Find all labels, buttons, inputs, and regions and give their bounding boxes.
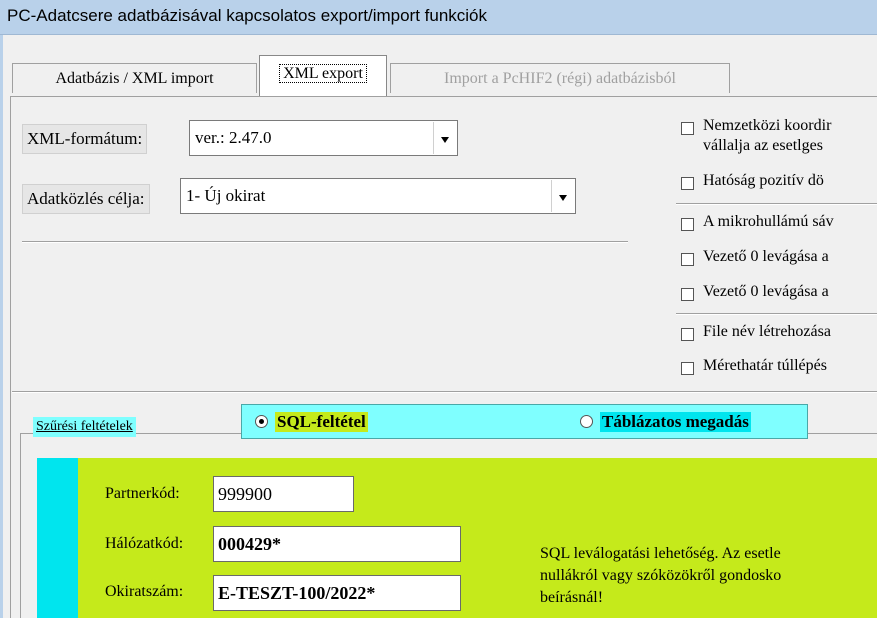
doc-number-input[interactable]: E-TESZT-100/2022* (213, 575, 461, 611)
option-label: Vezető 0 levágása a (703, 248, 829, 265)
checkbox[interactable] (681, 218, 694, 231)
option-label: Mérethatár túllépés (703, 357, 827, 374)
title-bar: PC-Adatcsere adatbázisával kapcsolatos e… (0, 0, 877, 35)
sql-hint-line1: SQL leválogatási lehetőség. Az esetle (540, 545, 781, 562)
option-label: A mikrohullámú sáv (703, 213, 834, 230)
checkbox[interactable] (681, 288, 694, 301)
chevron-down-icon[interactable] (433, 122, 456, 154)
divider (22, 241, 628, 243)
option-label-line2: vállalja az esetlges (703, 137, 823, 154)
xml-format-value: ver.: 2.47.0 (195, 128, 272, 147)
radio-dot-selected[interactable] (255, 415, 268, 428)
partner-code-input[interactable]: 999900 (213, 476, 354, 512)
network-code-label: Hálózatkód: (105, 535, 184, 552)
sql-hint-line2: nullákról vagy szóközökről gondosko (540, 567, 782, 584)
sql-hint: SQL leválogatási lehetőség. Az esetle nu… (540, 543, 781, 609)
option-label: Nemzetközi koordir (703, 117, 832, 134)
checkbox[interactable] (681, 122, 694, 135)
xml-format-label: XML-formátum: (22, 124, 148, 154)
filter-mode-bar: SQL-feltétel Táblázatos megadás (241, 404, 808, 439)
option-label: File név létrehozása (703, 323, 831, 340)
radio-dot[interactable] (580, 415, 593, 428)
window-title: PC-Adatcsere adatbázisával kapcsolatos e… (7, 6, 488, 25)
radio-table-label: Táblázatos megadás (600, 412, 751, 432)
divider (676, 313, 877, 315)
purpose-label: Adatközlés célja: (22, 184, 150, 214)
checkbox[interactable] (681, 177, 694, 190)
purpose-value: 1- Új okirat (186, 186, 266, 205)
filter-legend-text: Szűrési feltételek (36, 419, 133, 434)
divider (676, 203, 877, 205)
checkbox[interactable] (681, 328, 694, 341)
checkbox[interactable] (681, 362, 694, 375)
divider (12, 391, 877, 393)
radio-sql-label: SQL-feltétel (275, 412, 368, 432)
purpose-select[interactable]: 1- Új okirat (180, 178, 576, 214)
chevron-down-icon[interactable] (551, 180, 574, 212)
option-label: Hatóság pozitív dö (703, 172, 824, 189)
partner-code-label: Partnerkód: (105, 485, 180, 502)
checkbox[interactable] (681, 253, 694, 266)
tab-database-xml-import[interactable]: Adatbázis / XML import (12, 63, 257, 93)
tab-pchif2-import[interactable]: Import a PcHIF2 (régi) adatbázisból (390, 63, 730, 93)
option-label: Vezető 0 levágása a (703, 283, 829, 300)
sql-hint-line3: beírásnál! (540, 589, 604, 606)
xml-format-select[interactable]: ver.: 2.47.0 (189, 120, 458, 156)
network-code-input[interactable]: 000429* (213, 526, 461, 562)
tab-xml-export-label: XML export (279, 64, 367, 83)
doc-number-label: Okiratszám: (105, 583, 184, 600)
tab-xml-export[interactable]: XML export (259, 55, 387, 96)
filter-legend: Szűrési feltételek (33, 417, 136, 437)
